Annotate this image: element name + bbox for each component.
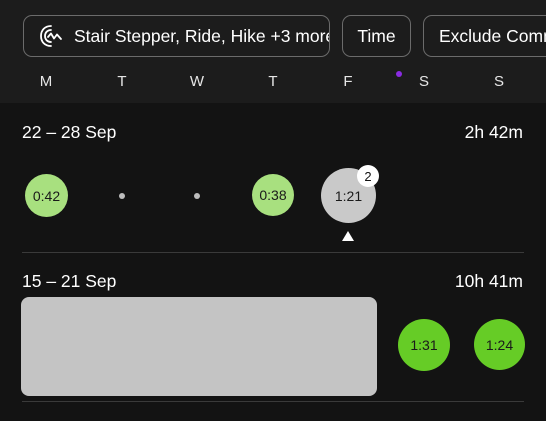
activity-circle-sat[interactable]: 1:31 [398, 319, 450, 371]
week-range-title: 15 – 21 Sep [22, 271, 117, 291]
activity-circle-sun[interactable]: 1:24 [474, 319, 525, 370]
weekday-label: W [189, 73, 205, 90]
activity-count-badge: 2 [357, 165, 379, 187]
weekday-label: T [268, 73, 278, 90]
exclude-commutes-chip[interactable]: Exclude Commutes [423, 15, 546, 57]
week-total-time: 2h 42m [464, 122, 523, 142]
exclude-commutes-label: Exclude Commutes [439, 25, 546, 46]
weekday-label: S [418, 73, 429, 90]
time-filter-label: Time [357, 25, 396, 46]
weekday-label: F [343, 73, 353, 90]
activity-circle-mon[interactable]: 0:42 [25, 174, 68, 217]
week-divider [22, 401, 524, 402]
activity-filter-chip[interactable]: Stair Stepper, Ride, Hike +3 more [23, 15, 330, 57]
filter-header: Stair Stepper, Ride, Hike +3 more Time E… [0, 0, 546, 103]
week-range-title: 22 – 28 Sep [22, 122, 117, 142]
activity-filter-label: Stair Stepper, Ride, Hike +3 more [74, 25, 330, 46]
today-indicator-dot [396, 71, 402, 77]
activity-duration: 1:21 [334, 187, 363, 204]
week-total-time: 10h 41m [454, 271, 523, 291]
weekday-label: M [39, 73, 53, 90]
no-activity-dot [194, 193, 200, 199]
week-divider [22, 252, 524, 253]
activity-duration: 0:38 [259, 187, 287, 203]
activity-duration: 0:42 [32, 187, 61, 204]
activity-duration: 1:24 [485, 336, 514, 353]
weekday-activities-placeholder [21, 297, 377, 396]
activity-duration: 1:31 [410, 337, 438, 353]
no-activity-dot [119, 193, 125, 199]
selection-caret-icon [342, 231, 354, 241]
activity-circle-thu[interactable]: 0:38 [252, 174, 294, 216]
activity-rings-icon [38, 23, 64, 49]
weekday-label: T [117, 73, 127, 90]
weekday-label: S [493, 73, 504, 90]
time-filter-chip[interactable]: Time [342, 15, 411, 57]
